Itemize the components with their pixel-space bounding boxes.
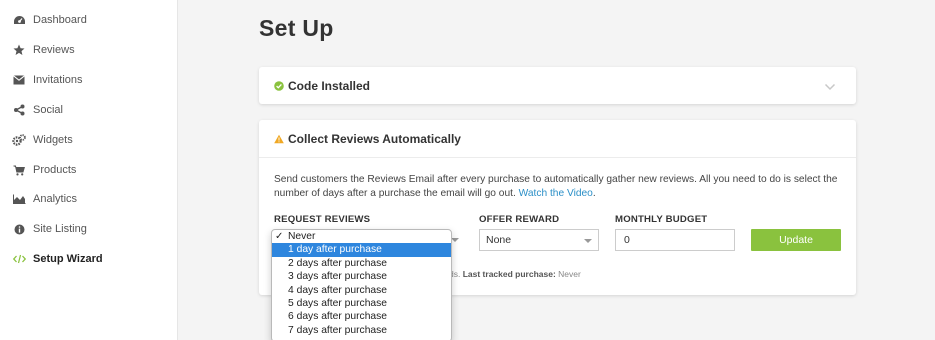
info-icon (12, 222, 26, 236)
request-reviews-dropdown[interactable]: ✓ Never 1 day after purchase 2 days after… (271, 229, 452, 340)
request-reviews-label: REQUEST REVIEWS (274, 214, 371, 225)
check-circle-icon (274, 80, 284, 91)
sidebar-item-dashboard[interactable]: Dashboard (0, 8, 178, 32)
dashboard-icon (12, 13, 26, 27)
sidebar-item-products[interactable]: Products (0, 158, 178, 182)
envelope-icon (12, 73, 26, 87)
dropdown-option[interactable]: 7 days after purchase (272, 324, 451, 337)
code-icon (12, 252, 26, 266)
code-installed-title: Code Installed (288, 78, 371, 93)
select-arrow-icon (584, 239, 592, 243)
sidebar-item-setup-wizard[interactable]: Setup Wizard (0, 247, 178, 271)
share-icon (12, 103, 26, 117)
checkmark-icon: ✓ (275, 231, 284, 242)
code-installed-header: Code Installed (274, 67, 370, 104)
area-chart-icon (12, 192, 26, 206)
update-button[interactable]: Update (751, 229, 841, 251)
offer-reward-label: OFFER REWARD (479, 214, 560, 225)
collect-reviews-title: Collect Reviews Automatically (288, 131, 461, 146)
collect-reviews-header: Collect Reviews Automatically (274, 120, 461, 157)
page-title: Set Up (259, 15, 334, 41)
code-installed-card[interactable]: Code Installed (259, 67, 856, 104)
sidebar: Dashboard Reviews Invitations Social Wid… (0, 0, 178, 340)
dropdown-option[interactable]: 6 days after purchase (272, 310, 451, 323)
chevron-down-icon[interactable] (824, 80, 836, 92)
watch-video-link[interactable]: Watch the Video (519, 188, 593, 199)
warning-icon (274, 134, 284, 144)
cart-icon (12, 163, 26, 177)
last-tracked-note: ds. Last tracked purchase: Never (449, 269, 581, 279)
star-icon (12, 43, 26, 57)
dropdown-option[interactable]: 4 days after purchase (272, 284, 451, 297)
monthly-budget-input[interactable]: 0 (615, 229, 735, 251)
sidebar-item-social[interactable]: Social (0, 98, 178, 122)
card-divider (259, 157, 856, 158)
collect-reviews-description: Send customers the Reviews Email after e… (274, 174, 838, 199)
monthly-budget-label: MONTHLY BUDGET (615, 214, 708, 225)
select-arrow-icon (451, 238, 459, 242)
dropdown-option[interactable]: 1 day after purchase (272, 243, 451, 257)
dropdown-option[interactable]: 5 days after purchase (272, 297, 451, 310)
sidebar-item-site-listing[interactable]: Site Listing (0, 217, 178, 241)
sidebar-item-analytics[interactable]: Analytics (0, 187, 178, 211)
sidebar-item-invitations[interactable]: Invitations (0, 68, 178, 92)
dropdown-option[interactable]: 3 days after purchase (272, 270, 451, 283)
offer-reward-select[interactable]: None (479, 229, 599, 251)
sidebar-item-widgets[interactable]: Widgets (0, 128, 178, 152)
dropdown-option[interactable]: ✓ Never (272, 230, 451, 243)
dropdown-option[interactable]: 2 days after purchase (272, 257, 451, 270)
sidebar-item-reviews[interactable]: Reviews (0, 38, 178, 62)
gears-icon (12, 133, 26, 147)
